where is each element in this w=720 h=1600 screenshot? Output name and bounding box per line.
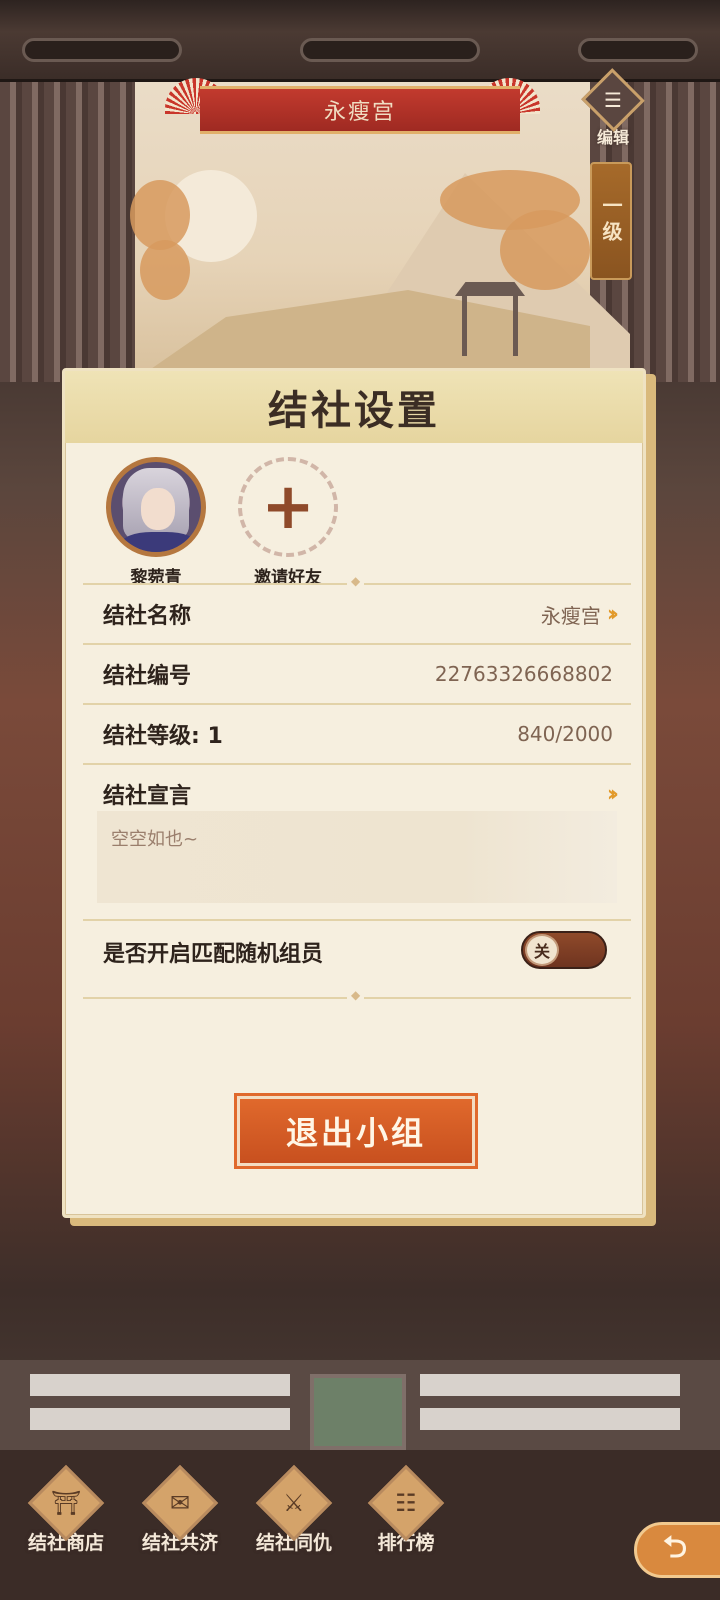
random-match-toggle[interactable]: 关 — [521, 931, 607, 969]
exit-group-button[interactable]: 退出小组 — [237, 1096, 475, 1166]
member-card[interactable]: 黎菀青 — [101, 457, 211, 588]
dialog-header: 结社设置 — [65, 371, 643, 443]
edit-button[interactable]: ☰ 编辑 — [581, 68, 645, 148]
society-id-value: 22763326668802 — [434, 662, 613, 686]
divider — [83, 988, 631, 1002]
society-level-progress: 840/2000 — [517, 722, 613, 746]
back-button[interactable]: ⮌ — [634, 1522, 720, 1578]
edit-icon: ☰ — [581, 68, 645, 132]
page-title: 永瘦宫 — [200, 86, 520, 134]
avatar[interactable] — [106, 457, 206, 557]
society-level-label: 结社等级: 1 — [103, 724, 223, 749]
declaration-box[interactable]: 空空如也~ — [97, 811, 617, 903]
nav-society-common-enemy[interactable]: ⚔ 结社同仇 — [244, 1464, 344, 1555]
pavilion — [455, 282, 525, 296]
invite-friend-button[interactable]: + 邀请好友 — [233, 457, 343, 588]
plus-icon: + — [261, 470, 315, 544]
row-society-id: 结社编号 22763326668802 — [103, 645, 613, 703]
door — [310, 1374, 406, 1450]
random-match-label: 是否开启匹配随机组员 — [103, 942, 324, 967]
chevron-right-icon[interactable]: ›› — [607, 782, 619, 807]
invite-slot[interactable]: + — [238, 457, 338, 557]
dialog-title: 结社设置 — [268, 388, 440, 434]
back-arrow-icon: ⮌ — [663, 1529, 688, 1565]
nav-society-mutual-aid[interactable]: ✉ 结社共济 — [130, 1464, 230, 1555]
nav-ranking[interactable]: ☷ 排行榜 — [356, 1464, 456, 1555]
nav-society-shop[interactable]: ⛩ 结社商店 — [16, 1464, 116, 1555]
chevron-right-icon[interactable]: ›› — [607, 602, 619, 627]
level-tag: 一级 — [590, 162, 632, 280]
left-curtain — [0, 82, 135, 382]
settings-dialog: 结社设置 黎菀青 + 邀请好友 结社名称 永瘦宫 ›› 结社编号 2276332… — [62, 368, 646, 1218]
declaration-text: 空空如也~ — [111, 829, 199, 850]
society-id-label: 结社编号 — [103, 664, 192, 689]
row-society-name[interactable]: 结社名称 永瘦宫 ›› — [103, 585, 619, 643]
row-society-level: 结社等级: 1 840/2000 — [103, 705, 613, 763]
society-name-label: 结社名称 — [103, 604, 192, 629]
toggle-knob: 关 — [525, 934, 559, 966]
society-name-value: 永瘦宫 — [540, 603, 601, 628]
declaration-label: 结社宣言 — [103, 784, 192, 809]
